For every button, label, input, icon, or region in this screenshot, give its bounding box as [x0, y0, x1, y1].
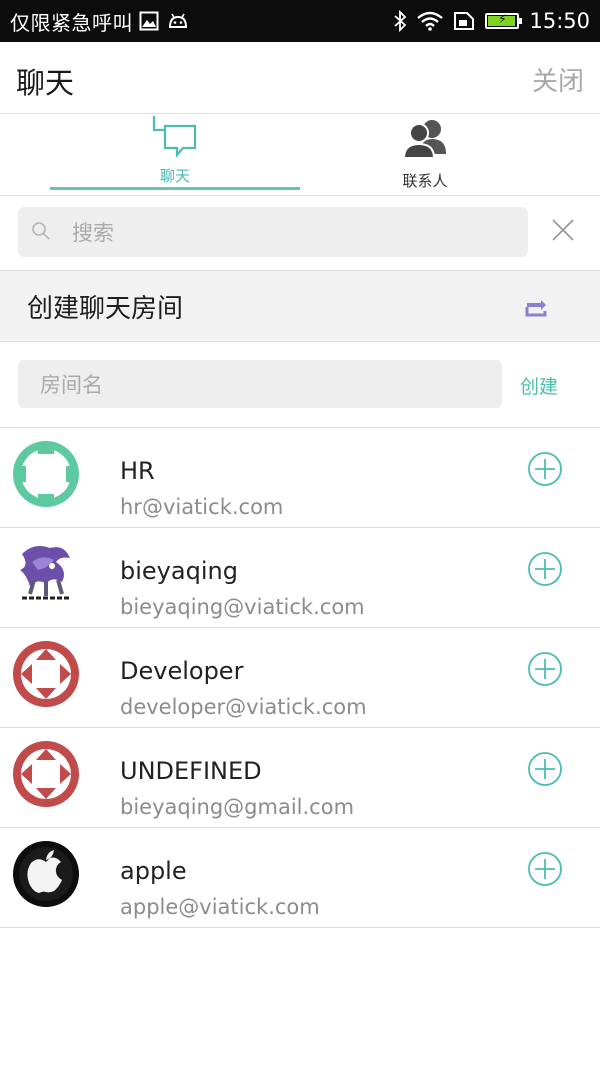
contact-list: HR hr@viatick.com bieyaqing bieyaqing@vi… [0, 428, 600, 928]
room-name-input[interactable] [38, 360, 492, 410]
contact-name: apple [120, 857, 187, 885]
clear-search-icon[interactable] [550, 217, 576, 243]
list-item[interactable]: UNDEFINED bieyaqing@gmail.com [0, 728, 600, 828]
avatar [13, 441, 79, 507]
contact-name: UNDEFINED [120, 757, 262, 785]
room-name-box [18, 360, 502, 410]
active-tab-indicator [50, 187, 300, 190]
carrier-text: 仅限紧急呼叫 [10, 10, 133, 35]
search-bar [0, 196, 600, 270]
chat-bubbles-icon [152, 116, 197, 158]
swap-icon[interactable] [524, 300, 548, 318]
battery-icon: ⚡ [485, 12, 523, 29]
app-header: 聊天 关闭 [0, 42, 600, 114]
android-icon [168, 13, 188, 28]
image-icon [139, 11, 159, 31]
tab-contacts-label: 联系人 [402, 172, 448, 190]
avatar [13, 741, 79, 807]
list-item[interactable]: HR hr@viatick.com [0, 428, 600, 528]
search-input[interactable] [70, 207, 514, 259]
tab-chat[interactable]: 聊天 [50, 114, 300, 196]
status-bar: 仅限紧急呼叫 ⚡ 15:50 [0, 0, 600, 42]
create-room-section-header: 创建聊天房间 [0, 270, 600, 342]
contact-email: developer@viatick.com [120, 695, 367, 719]
contact-email: hr@viatick.com [120, 495, 284, 519]
contact-email: apple@viatick.com [120, 895, 320, 919]
search-icon [32, 222, 50, 240]
add-contact-icon[interactable] [527, 451, 563, 487]
create-room-row: 创建 [0, 342, 600, 428]
tab-chat-label: 聊天 [159, 167, 190, 185]
list-item[interactable]: apple apple@viatick.com [0, 828, 600, 928]
create-room-title: 创建聊天房间 [27, 294, 184, 324]
avatar [13, 841, 79, 907]
list-item[interactable]: Developer developer@viatick.com [0, 628, 600, 728]
contact-email: bieyaqing@gmail.com [120, 795, 355, 819]
wifi-icon [417, 11, 444, 31]
create-room-button[interactable]: 创建 [520, 372, 558, 399]
add-contact-icon[interactable] [527, 551, 563, 587]
add-contact-icon[interactable] [527, 751, 563, 787]
contacts-icon [402, 120, 446, 159]
contact-name: Developer [120, 657, 244, 685]
clock: 15:50 [529, 9, 590, 33]
sim-icon [454, 12, 475, 30]
list-item[interactable]: bieyaqing bieyaqing@viatick.com [0, 528, 600, 628]
tab-bar: 聊天 联系人 [0, 114, 600, 196]
close-button[interactable]: 关闭 [532, 61, 584, 98]
contact-email: bieyaqing@viatick.com [120, 595, 365, 619]
add-contact-icon[interactable] [527, 651, 563, 687]
search-box [18, 207, 528, 259]
contact-name: bieyaqing [120, 557, 238, 585]
avatar [13, 641, 79, 707]
page-title: 聊天 [16, 66, 75, 100]
avatar [20, 546, 72, 603]
bluetooth-icon [394, 10, 407, 32]
tab-contacts[interactable]: 联系人 [300, 114, 550, 196]
add-contact-icon[interactable] [527, 851, 563, 887]
contact-name: HR [120, 457, 155, 485]
